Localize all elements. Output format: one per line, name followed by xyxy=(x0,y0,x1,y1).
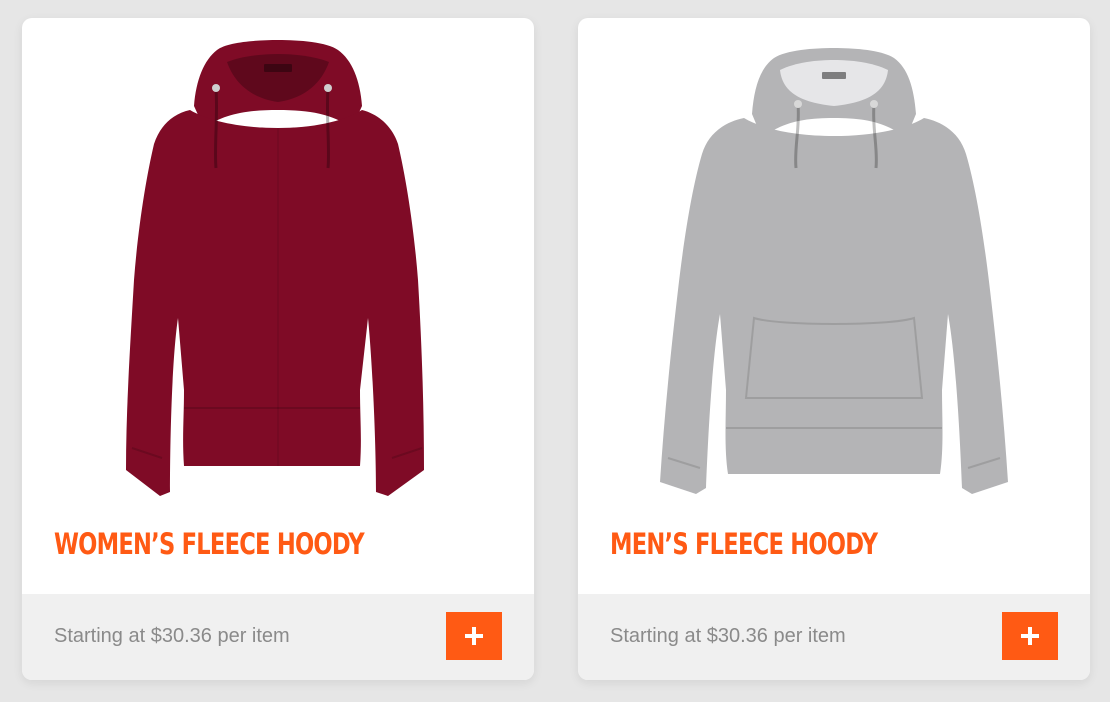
plus-icon xyxy=(465,627,483,645)
price-text: Starting at $30.36 per item xyxy=(610,625,846,647)
product-image[interactable] xyxy=(22,18,534,508)
product-image[interactable] xyxy=(578,18,1090,508)
add-button[interactable] xyxy=(1002,612,1058,660)
add-button[interactable] xyxy=(446,612,502,660)
product-card[interactable]: Men’s Fleece Hoody Starting at $30.36 pe… xyxy=(578,18,1090,680)
product-title[interactable]: Men’s Fleece Hoody xyxy=(610,524,878,564)
card-footer: Starting at $30.36 per item xyxy=(22,594,534,680)
product-title[interactable]: Women’s Fleece Hoody xyxy=(54,524,365,564)
card-footer: Starting at $30.36 per item xyxy=(578,594,1090,680)
product-card[interactable]: Women’s Fleece Hoody Starting at $30.36 … xyxy=(22,18,534,680)
maroon-hoodie-image xyxy=(126,40,424,496)
grey-hoodie-image xyxy=(660,48,1008,494)
price-text: Starting at $30.36 per item xyxy=(54,625,290,647)
plus-icon xyxy=(1021,627,1039,645)
